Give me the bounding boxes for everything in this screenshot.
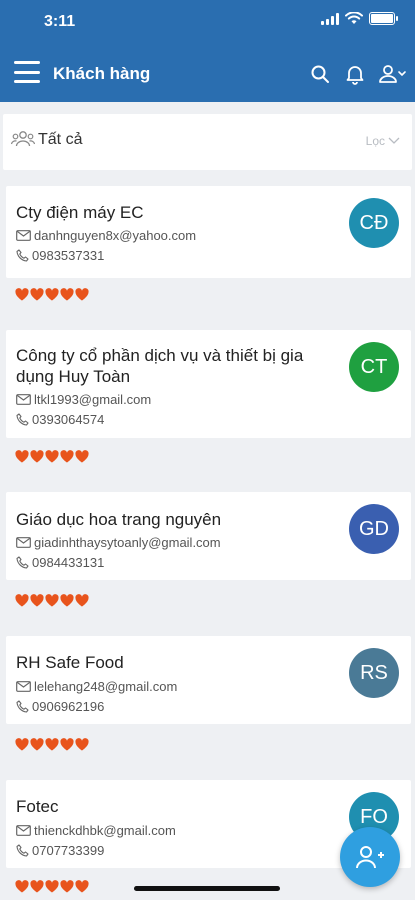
chevron-down-icon (398, 71, 406, 77)
customer-phone: 0393064574 (16, 412, 104, 427)
add-customer-button[interactable] (340, 827, 400, 887)
heart-icon (75, 880, 89, 893)
customer-name: RH Safe Food (16, 653, 124, 672)
heart-icon (15, 594, 29, 607)
customer-email: thienckdhbk@gmail.com (16, 823, 176, 838)
heart-icon (45, 880, 59, 893)
heart-icon (75, 288, 89, 301)
heart-icon (60, 880, 74, 893)
customer-card[interactable]: Cty điện máy EC danhnguyen8x@yahoo.com 0… (6, 186, 411, 278)
customer-phone-text: 0393064574 (32, 412, 105, 427)
customer-phone: 0983537331 (16, 248, 104, 263)
customer-email-text: giadinhthaysytoanly@gmail.com (34, 535, 221, 550)
add-user-icon (356, 846, 384, 869)
phone-icon (16, 249, 29, 262)
status-time: 3:11 (44, 13, 76, 30)
page-title: Khách hàng (53, 64, 151, 83)
avatar: RS (349, 648, 399, 698)
customer-email: giadinhthaysytoanly@gmail.com (16, 535, 221, 550)
customer-email-text: lelehang248@gmail.com (34, 679, 178, 694)
customer-phone: 0984433131 (16, 555, 104, 570)
customer-rating (15, 450, 89, 463)
heart-icon (30, 738, 44, 751)
customer-phone-text: 0906962196 (32, 699, 105, 714)
app-header: 3:11 Khách hàng (0, 0, 415, 102)
status-icons (321, 12, 398, 25)
account-menu-button[interactable] (378, 62, 408, 86)
filter-button[interactable]: Lọc (366, 134, 400, 148)
customer-phone-text: 0984433131 (32, 555, 105, 570)
heart-icon (45, 450, 59, 463)
filter-bar: Tất cả Lọc (3, 114, 412, 170)
battery-icon (369, 12, 398, 25)
customer-phone: 0707733399 (16, 843, 104, 858)
customer-phone: 0906962196 (16, 699, 104, 714)
customer-email: ltkl1993@gmail.com (16, 392, 151, 407)
customer-email-text: danhnguyen8x@yahoo.com (34, 228, 197, 243)
customer-name: Công ty cổ phần dịch vụ và thiết bị gia … (16, 346, 304, 386)
envelope-icon (16, 825, 31, 836)
heart-icon (45, 288, 59, 301)
chevron-down-icon (388, 137, 400, 144)
menu-button[interactable] (14, 61, 40, 83)
customer-name: Cty điện máy EC (16, 203, 144, 222)
heart-icon (60, 738, 74, 751)
envelope-icon (16, 537, 31, 548)
customer-phone-text: 0707733399 (32, 843, 105, 858)
wifi-icon (345, 12, 363, 24)
heart-icon (75, 594, 89, 607)
bell-icon[interactable] (343, 62, 367, 86)
nav-bar: Khách hàng (0, 56, 415, 92)
heart-icon (30, 288, 44, 301)
phone-icon (16, 413, 29, 426)
envelope-icon (16, 230, 31, 241)
heart-icon (15, 738, 29, 751)
filter-label[interactable]: Tất cả (38, 131, 82, 149)
signal-icon (321, 12, 339, 25)
customer-email: lelehang248@gmail.com (16, 679, 177, 694)
customer-rating (15, 738, 89, 751)
customer-card[interactable]: Giáo dục hoa trang nguyên giadinhthaysyt… (6, 492, 411, 580)
envelope-icon (16, 394, 31, 405)
heart-icon (30, 594, 44, 607)
envelope-icon (16, 681, 31, 692)
heart-icon (15, 450, 29, 463)
phone-icon (16, 556, 29, 569)
customer-phone-text: 0983537331 (32, 248, 105, 263)
customer-name: Fotec (16, 797, 59, 816)
customer-name: Giáo dục hoa trang nguyên (16, 510, 222, 529)
heart-icon (75, 450, 89, 463)
phone-icon (16, 700, 29, 713)
customer-card[interactable]: Công ty cổ phần dịch vụ và thiết bị gia … (6, 330, 411, 438)
customer-rating (15, 288, 89, 301)
home-indicator (134, 886, 280, 891)
customer-rating (15, 880, 89, 893)
filter-button-label: Lọc (365, 134, 385, 148)
customer-rating (15, 594, 89, 607)
avatar: CT (349, 342, 399, 392)
avatar: GD (349, 504, 399, 554)
heart-icon (15, 288, 29, 301)
search-icon[interactable] (308, 62, 332, 86)
customer-email-text: thienckdhbk@gmail.com (34, 823, 176, 838)
heart-icon (75, 738, 89, 751)
customer-email: danhnguyen8x@yahoo.com (16, 228, 196, 243)
customer-email-text: ltkl1993@gmail.com (34, 392, 152, 407)
user-icon (379, 65, 397, 83)
users-icon (11, 131, 35, 147)
heart-icon (60, 594, 74, 607)
heart-icon (60, 288, 74, 301)
customer-card[interactable]: RH Safe Food lelehang248@gmail.com 09069… (6, 636, 411, 724)
phone-icon (16, 844, 29, 857)
hamburger-icon (14, 61, 40, 64)
heart-icon (15, 880, 29, 893)
heart-icon (45, 594, 59, 607)
avatar: CĐ (349, 198, 399, 248)
heart-icon (45, 738, 59, 751)
heart-icon (30, 880, 44, 893)
heart-icon (30, 450, 44, 463)
heart-icon (60, 450, 74, 463)
